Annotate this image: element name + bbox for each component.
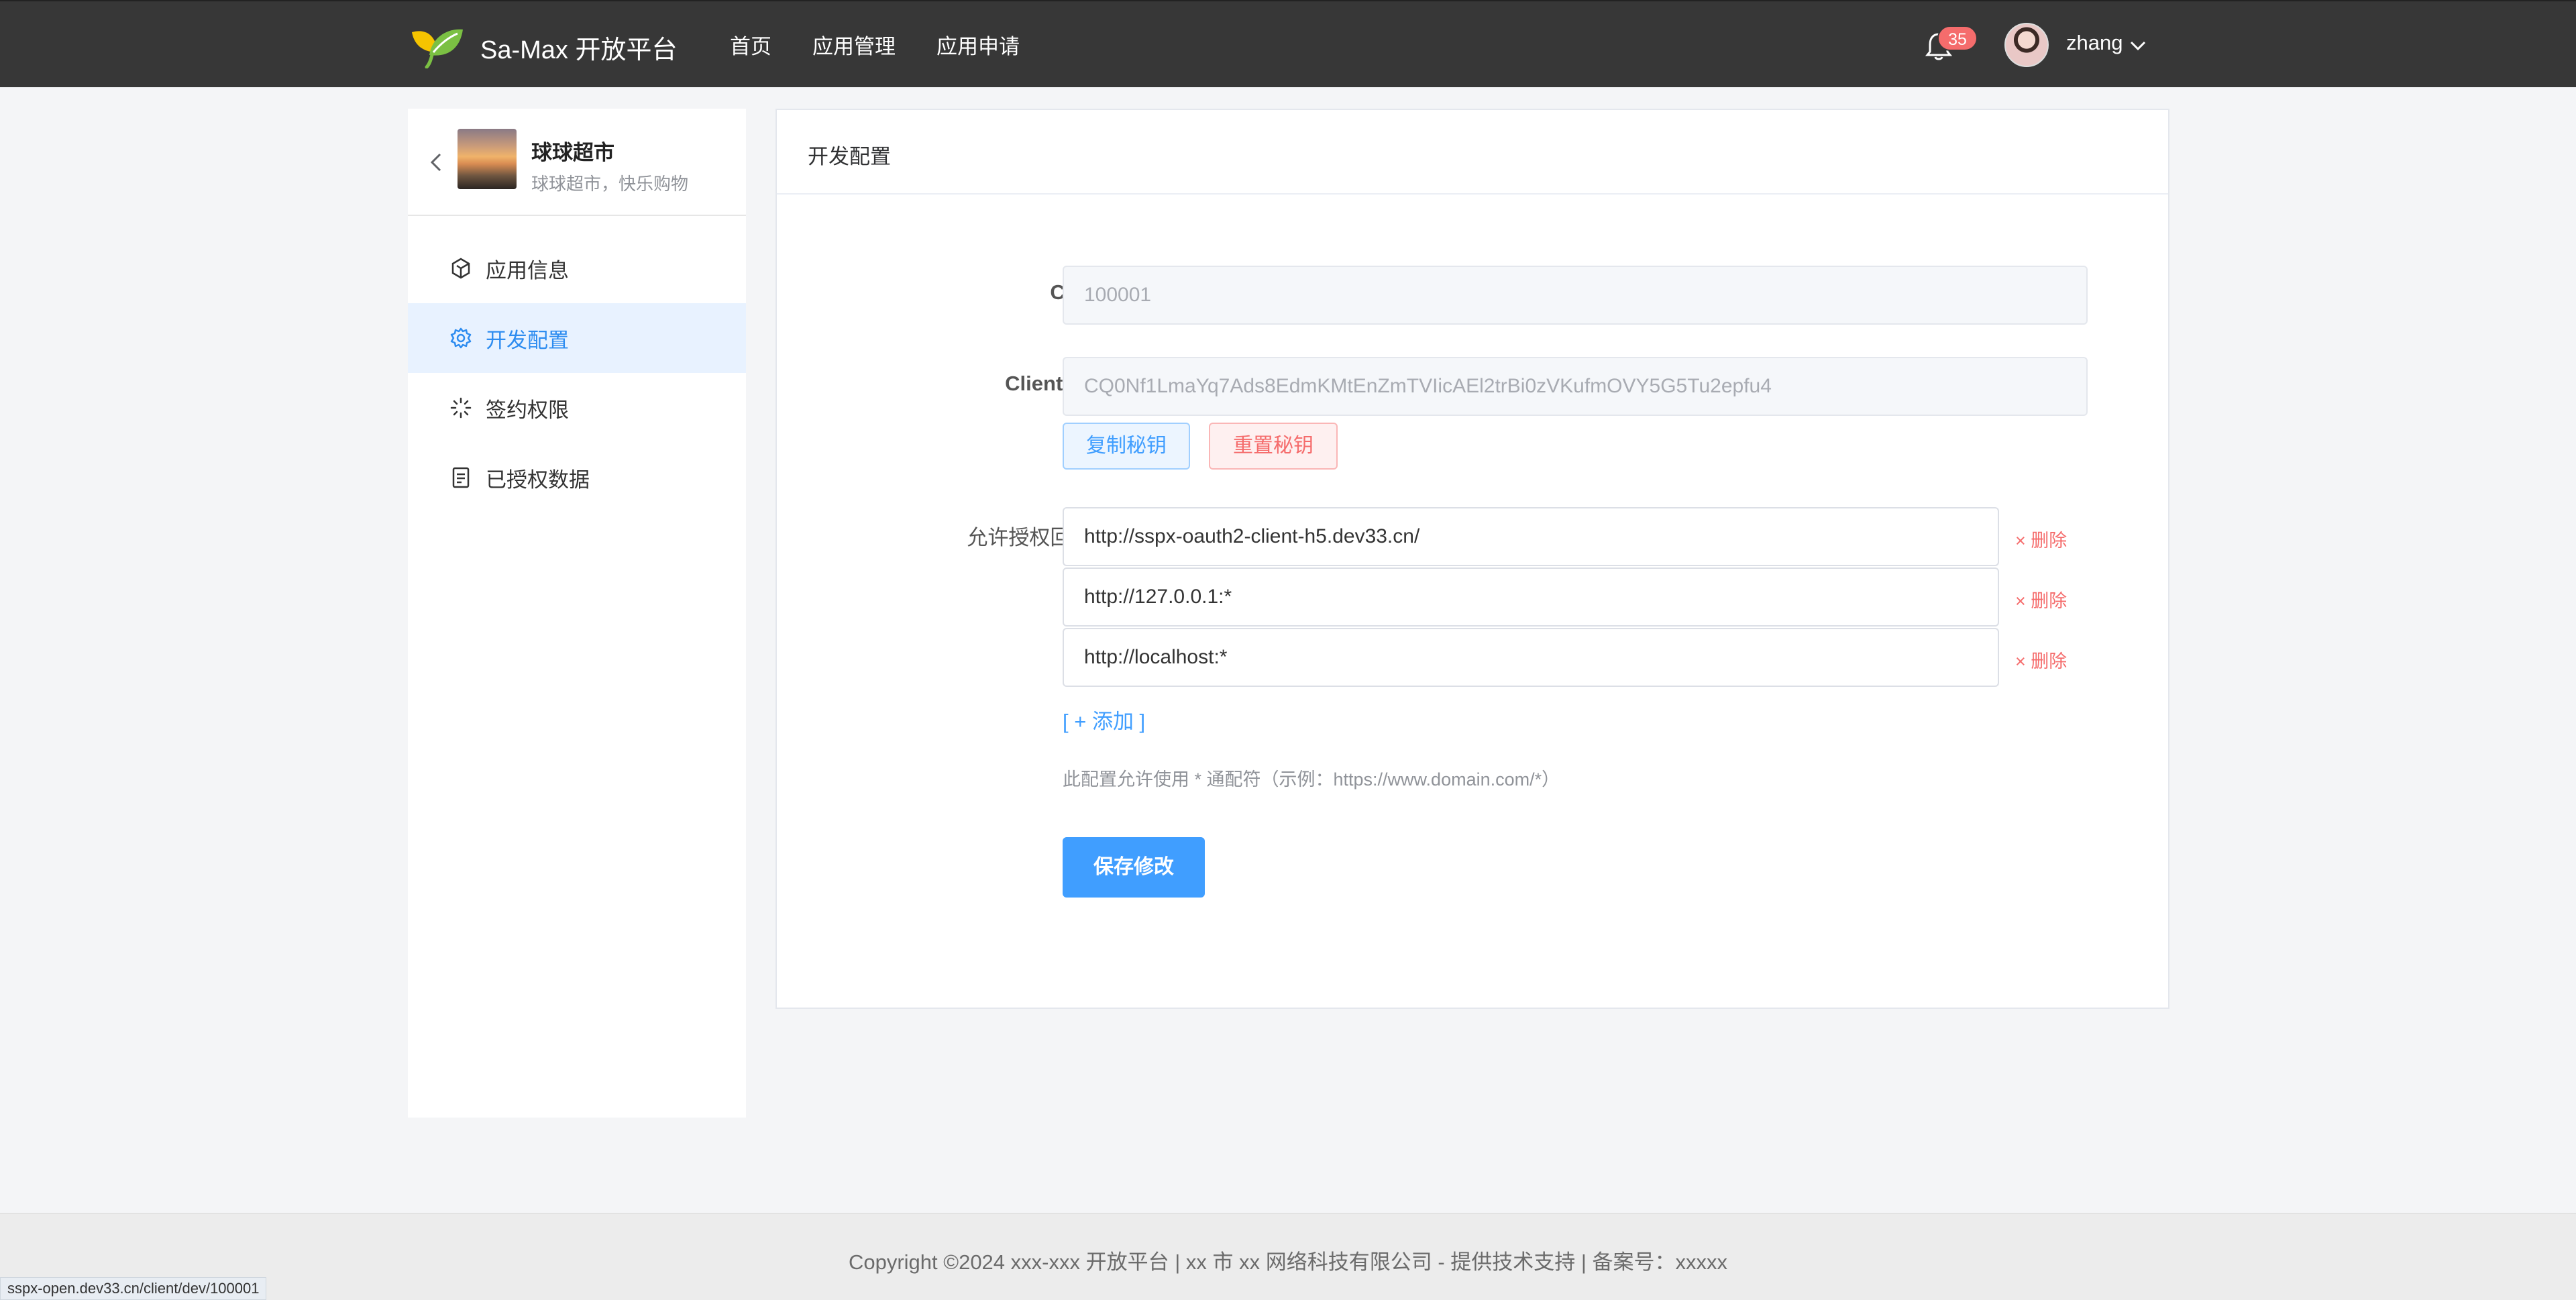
- delete-url-button[interactable]: × 删除: [2015, 647, 2067, 673]
- sidebar-item-label: 应用信息: [486, 258, 569, 282]
- sidebar-item-app-info[interactable]: 应用信息: [408, 233, 746, 303]
- sidebar-item-sign-permission[interactable]: 签约权限: [408, 373, 746, 443]
- document-icon: [452, 467, 470, 488]
- footer: Copyright ©2024 xxx-xxx 开放平台 | xx 市 xx 网…: [0, 1213, 2576, 1300]
- loading-icon: [450, 397, 472, 419]
- notification-badge: 35: [1937, 25, 1978, 51]
- sidebar: 球球超市 球球超市，快乐购物 应用信息 开发配置 签约权限 已授权数据: [408, 109, 746, 1118]
- delete-url-button[interactable]: × 删除: [2015, 586, 2067, 612]
- main-nav: 首页 应用管理 应用申请: [730, 30, 1061, 60]
- copy-secret-button[interactable]: 复制秘钥: [1063, 423, 1190, 470]
- sidebar-item-label: 签约权限: [486, 398, 569, 422]
- delete-url-button[interactable]: × 删除: [2015, 526, 2067, 552]
- sidebar-item-label: 开发配置: [486, 328, 569, 352]
- top-navbar: Sa-Max 开放平台 首页 应用管理 应用申请 35 zhang: [0, 0, 2576, 87]
- sidebar-item-dev-config[interactable]: 开发配置: [408, 303, 746, 373]
- nav-app-apply[interactable]: 应用申请: [936, 30, 1020, 60]
- sidebar-menu: 应用信息 开发配置 签约权限 已授权数据: [408, 233, 746, 512]
- redirect-url-input[interactable]: [1063, 567, 1999, 627]
- save-button[interactable]: 保存修改: [1063, 837, 1205, 898]
- chevron-down-icon[interactable]: [2129, 39, 2147, 52]
- sidebar-item-label: 已授权数据: [486, 468, 590, 492]
- status-bar-url: sspx-open.dev33.cn/client/dev/100001: [0, 1277, 267, 1300]
- brand-name: Sa-Max 开放平台: [480, 36, 678, 64]
- sidebar-item-authorized-data[interactable]: 已授权数据: [408, 443, 746, 512]
- page-title: 开发配置: [808, 145, 891, 168]
- client-id-field: 100001: [1063, 266, 2088, 325]
- avatar[interactable]: [2004, 23, 2049, 67]
- nav-app-management[interactable]: 应用管理: [812, 30, 896, 60]
- nav-home[interactable]: 首页: [730, 30, 771, 60]
- card-header: 开发配置: [777, 110, 2168, 195]
- brand[interactable]: Sa-Max 开放平台: [409, 25, 677, 68]
- gear-icon: [450, 327, 472, 349]
- reset-secret-button[interactable]: 重置秘钥: [1209, 423, 1338, 470]
- app-thumbnail: [458, 129, 517, 189]
- redirect-url-input[interactable]: [1063, 628, 1999, 687]
- client-secret-field: CQ0Nf1LmaYq7Ads8EdmKMtEnZmTVIicAEl2trBi0…: [1063, 357, 2088, 416]
- app-name: 球球超市: [531, 141, 614, 164]
- add-url-button[interactable]: [ + 添加 ]: [1063, 704, 1145, 735]
- footer-copyright: Copyright ©2024 xxx-xxx 开放平台 | xx 市 xx 网…: [848, 1250, 1728, 1274]
- app-description: 球球超市，快乐购物: [531, 174, 689, 194]
- chevron-left-icon[interactable]: [424, 149, 448, 176]
- app-header: 球球超市 球球超市，快乐购物: [408, 109, 746, 216]
- user-name[interactable]: zhang: [2066, 31, 2123, 55]
- cube-icon: [451, 258, 470, 279]
- wildcard-hint: 此配置允许使用 * 通配符（示例：https://www.domain.com/…: [1063, 769, 1560, 790]
- redirect-url-input[interactable]: [1063, 507, 1999, 566]
- leaf-logo-icon: [412, 29, 463, 68]
- dev-config-card: 开发配置 Client Id: 100001 Client Secret: CQ…: [775, 109, 2169, 1009]
